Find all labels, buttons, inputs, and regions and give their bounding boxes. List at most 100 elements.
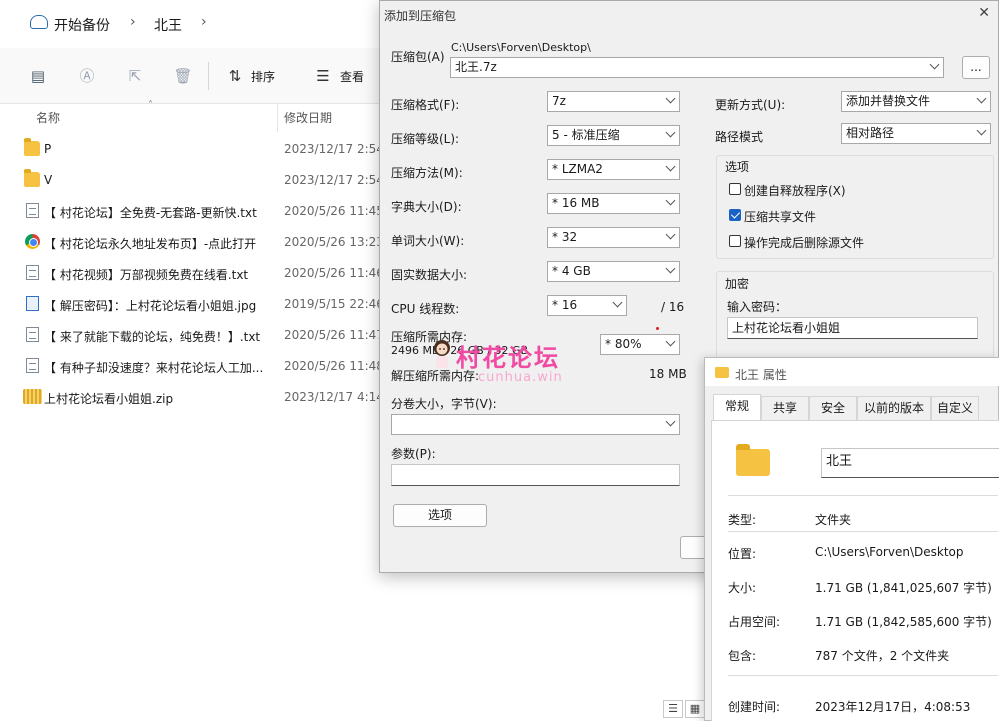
method-select[interactable]: * LZMA2 bbox=[547, 159, 680, 180]
details-view-icon[interactable]: ☰ bbox=[663, 700, 683, 718]
tiles-view-icon[interactable]: ▦ bbox=[685, 700, 705, 718]
folder-name-input[interactable]: 北王 bbox=[821, 448, 999, 478]
threads-select[interactable]: * 16 bbox=[547, 295, 627, 316]
file-row[interactable]: P 2023/12/17 2:54 bbox=[0, 134, 384, 165]
split-label: 分卷大小，字节(V): bbox=[391, 397, 497, 411]
word-select[interactable]: * 32 bbox=[547, 227, 680, 248]
delete-icon[interactable]: 🗑 bbox=[173, 66, 193, 86]
threads-label: CPU 线程数: bbox=[391, 302, 460, 316]
sfx-label[interactable]: 创建自释放程序(X) bbox=[744, 182, 846, 199]
options-group-title: 选项 bbox=[725, 160, 750, 174]
mem-decomp-value: 18 MB bbox=[649, 367, 687, 381]
word-value: * 32 bbox=[552, 230, 578, 244]
sort-icon[interactable]: ⇅ bbox=[225, 66, 245, 86]
format-label: 压缩格式(F): bbox=[391, 98, 460, 112]
file-date: 2020/5/26 11:45 bbox=[284, 204, 384, 218]
file-name: P bbox=[44, 142, 52, 156]
file-row[interactable]: 【 有种子却没速度？来村花论坛人工加... 2020/5/26 11:48 bbox=[0, 351, 384, 382]
file-row[interactable]: 【 村花论坛】全免费-无套路-更新快.txt 2020/5/26 11:45 bbox=[0, 196, 384, 227]
breadcrumb-item-current[interactable]: 北王 bbox=[154, 15, 182, 35]
sort-button[interactable]: 排序 bbox=[251, 68, 275, 85]
column-divider[interactable] bbox=[277, 104, 278, 132]
delete-checkbox[interactable] bbox=[729, 235, 741, 247]
shared-checkbox[interactable] bbox=[729, 209, 741, 221]
chevron-down-icon[interactable] bbox=[665, 127, 676, 138]
archive-path: C:\Users\Forven\Desktop\ bbox=[451, 41, 591, 54]
delete-label[interactable]: 操作完成后删除源文件 bbox=[744, 234, 864, 251]
chevron-right-icon[interactable]: › bbox=[130, 14, 136, 30]
chevron-down-icon[interactable] bbox=[929, 59, 940, 70]
params-input[interactable] bbox=[391, 464, 680, 486]
contains-label: 包含: bbox=[728, 649, 757, 663]
file-date: 2023/12/17 4:14 bbox=[284, 390, 384, 404]
view-button[interactable]: 查看 bbox=[340, 68, 364, 85]
file-date: 2020/5/26 11:47 bbox=[284, 328, 384, 342]
file-row[interactable]: 【 来了就能下载的论坛，纯免费！】.txt 2020/5/26 11:47 bbox=[0, 320, 384, 351]
options-button[interactable]: 选项 bbox=[393, 504, 487, 527]
rename-icon[interactable]: Ⓐ bbox=[77, 66, 97, 86]
backup-cloud-icon[interactable] bbox=[30, 15, 48, 29]
location-value: C:\Users\Forven\Desktop bbox=[815, 545, 964, 559]
chevron-down-icon[interactable] bbox=[665, 416, 676, 427]
size-label: 大小: bbox=[728, 581, 757, 595]
contains-value: 787 个文件，2 个文件夹 bbox=[815, 649, 950, 663]
chevron-down-icon[interactable] bbox=[665, 229, 676, 240]
chevron-down-icon[interactable] bbox=[612, 297, 623, 308]
chevron-down-icon[interactable] bbox=[665, 161, 676, 172]
red-dot bbox=[656, 327, 659, 330]
chevron-down-icon[interactable] bbox=[976, 125, 987, 136]
breadcrumb-item-backup[interactable]: 开始备份 bbox=[54, 15, 110, 35]
file-date: 2020/5/26 11:46 bbox=[284, 266, 384, 280]
archive-name-combo[interactable]: 北王.7z bbox=[450, 57, 944, 78]
text-file-icon bbox=[26, 327, 39, 342]
tab-general[interactable]: 常规 bbox=[713, 394, 761, 421]
word-label: 单词大小(W): bbox=[391, 234, 465, 248]
path-mode-value: 相对路径 bbox=[846, 126, 895, 140]
update-select[interactable]: 添加并替换文件 bbox=[841, 91, 991, 112]
sfx-checkbox[interactable] bbox=[729, 183, 741, 195]
file-row[interactable]: 【 解压密码】：上村花论坛看小姐姐.jpg 2019/5/15 22:46 bbox=[0, 289, 384, 320]
close-icon[interactable]: ✕ bbox=[978, 5, 990, 21]
dialog-title: 添加到压缩包 bbox=[384, 9, 457, 23]
solid-select[interactable]: * 4 GB bbox=[547, 261, 680, 282]
tab-security[interactable]: 安全 bbox=[809, 396, 857, 420]
browse-button[interactable]: ... bbox=[962, 56, 990, 79]
format-select[interactable]: 7z bbox=[547, 91, 680, 112]
chevron-right-icon[interactable]: › bbox=[201, 14, 207, 30]
file-row[interactable]: 【 村花视频】万部视频免费在线看.txt 2020/5/26 11:46 bbox=[0, 258, 384, 289]
type-value: 文件夹 bbox=[815, 513, 852, 527]
properties-titlebar[interactable]: 北王 属性 bbox=[705, 358, 999, 386]
paste-icon[interactable]: ▤ bbox=[28, 66, 48, 86]
chevron-down-icon[interactable] bbox=[976, 93, 987, 104]
tab-sharing[interactable]: 共享 bbox=[761, 396, 809, 420]
tab-customize[interactable]: 自定义 bbox=[931, 396, 979, 420]
mem-percent-select[interactable]: * 80% bbox=[600, 334, 680, 355]
threads-value: * 16 bbox=[552, 298, 578, 312]
tab-previous-versions[interactable]: 以前的版本 bbox=[857, 396, 931, 420]
dict-select[interactable]: * 16 MB bbox=[547, 193, 680, 214]
file-row[interactable]: 【 村花论坛永久地址发布页】-点此打开 2020/5/26 13:23 bbox=[0, 227, 384, 258]
split-combo[interactable] bbox=[391, 414, 680, 435]
general-tab-panel: 北王 类型: 文件夹 位置: C:\Users\Forven\Desktop 大… bbox=[711, 420, 999, 721]
column-header-name[interactable]: 名称 bbox=[36, 104, 60, 132]
file-row[interactable]: V 2023/12/17 2:54 bbox=[0, 165, 384, 196]
password-label: 输入密码： bbox=[727, 300, 788, 314]
shared-label[interactable]: 压缩共享文件 bbox=[744, 208, 816, 225]
file-row[interactable]: 上村花论坛看小姐姐.zip 2023/12/17 4:14 bbox=[0, 382, 384, 413]
column-header-date[interactable]: 修改日期 bbox=[284, 104, 332, 132]
chevron-down-icon[interactable] bbox=[665, 93, 676, 104]
path-mode-select[interactable]: 相对路径 bbox=[841, 123, 991, 144]
chevron-down-icon[interactable] bbox=[665, 263, 676, 274]
level-select[interactable]: 5 - 标准压缩 bbox=[547, 125, 680, 146]
password-input[interactable]: 上村花论坛看小姐姐 bbox=[727, 317, 978, 339]
solid-label: 固实数据大小: bbox=[391, 268, 468, 282]
file-date: 2023/12/17 2:54 bbox=[284, 173, 384, 187]
solid-value: * 4 GB bbox=[552, 264, 591, 278]
chevron-down-icon[interactable] bbox=[665, 195, 676, 206]
chevron-down-icon[interactable] bbox=[665, 336, 676, 347]
view-icon[interactable]: ☰ bbox=[313, 66, 333, 86]
dict-label: 字典大小(D): bbox=[391, 200, 462, 214]
folder-icon bbox=[24, 138, 40, 156]
share-icon[interactable]: ⇱ bbox=[125, 66, 145, 86]
file-name: 上村花论坛看小姐姐.zip bbox=[44, 392, 174, 406]
